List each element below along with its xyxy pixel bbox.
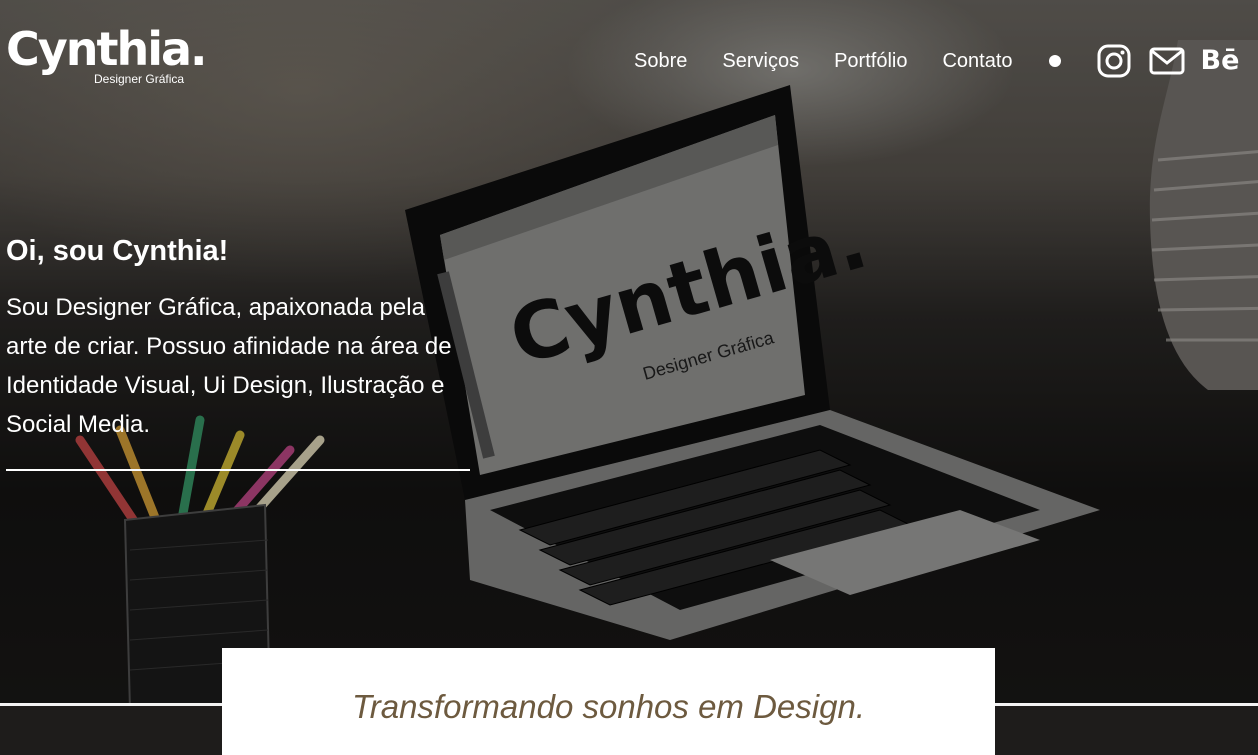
brand-subtitle: Designer Gráfica xyxy=(94,72,185,86)
main-nav: Sobre Serviços Portfólio Contato Bē xyxy=(634,44,1258,78)
intro-heading: Oi, sou Cynthia! xyxy=(6,235,229,267)
social-links: Bē xyxy=(1097,44,1258,78)
tagline-text: Transformando sonhos em Design. xyxy=(352,688,865,725)
behance-icon[interactable]: Bē xyxy=(1201,47,1240,74)
nav-link-servicos[interactable]: Serviços xyxy=(722,48,799,74)
brand-logo[interactable]: Cynthia. Designer Gráfica xyxy=(6,22,208,86)
intro-section: Oi, sou Cynthia! Sou Designer Gráfica, a… xyxy=(6,232,470,444)
mail-icon[interactable] xyxy=(1149,47,1185,75)
intro-text: Sou Designer Gráfica, apaixonada pela ar… xyxy=(6,294,452,438)
nav-link-portfolio[interactable]: Portfólio xyxy=(834,48,907,74)
instagram-icon[interactable] xyxy=(1097,44,1131,78)
brand-name: Cynthia. xyxy=(6,22,208,76)
nav-link-contato[interactable]: Contato xyxy=(942,48,1012,74)
intro-divider xyxy=(6,469,470,471)
tagline-card: Transformando sonhos em Design. xyxy=(222,648,995,755)
nav-link-sobre[interactable]: Sobre xyxy=(634,48,687,74)
theme-dot-icon[interactable] xyxy=(1048,55,1061,67)
